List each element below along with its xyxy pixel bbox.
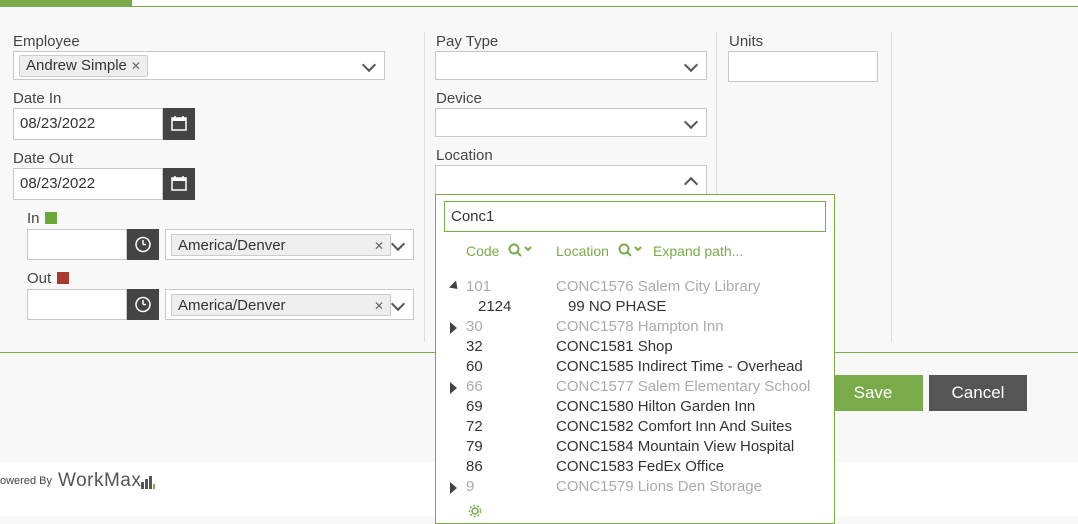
out-timezone-tag[interactable]: America/Denver ✕: [171, 294, 391, 316]
save-button[interactable]: Save: [823, 375, 923, 411]
in-timezone-value: America/Denver: [178, 237, 286, 254]
powered-by-label: owered By: [0, 475, 52, 487]
location-row[interactable]: 72 CONC1582 Comfort Inn And Suites: [436, 417, 834, 437]
location-row[interactable]: 101 CONC1576 Salem City Library: [436, 277, 834, 297]
location-name: CONC1576 Salem City Library: [556, 278, 761, 295]
in-timezone-tag[interactable]: America/Denver ✕: [171, 234, 391, 256]
location-row[interactable]: 9 CONC1579 Lions Den Storage: [436, 477, 834, 497]
date-in-calendar-button[interactable]: [163, 108, 195, 140]
location-name: CONC1581 Shop: [556, 338, 673, 355]
calendar-icon: [171, 176, 187, 191]
device-label: Device: [436, 90, 482, 107]
date-out-label: Date Out: [13, 150, 74, 167]
code-column-header[interactable]: Code: [466, 243, 499, 259]
location-name: CONC1582 Comfort Inn And Suites: [556, 418, 792, 435]
clock-icon: [135, 296, 151, 313]
expand-path-link[interactable]: Expand path...: [653, 243, 743, 259]
clear-icon[interactable]: ✕: [374, 235, 384, 257]
location-row[interactable]: 30 CONC1578 Hampton Inn: [436, 317, 834, 337]
location-search-filter-icon[interactable]: [618, 243, 646, 259]
location-name: CONC1577 Salem Elementary School: [556, 378, 811, 395]
location-code: 79: [466, 438, 483, 455]
location-row[interactable]: 86 CONC1583 FedEx Office: [436, 457, 834, 477]
location-code: 86: [466, 458, 483, 475]
in-indicator: [45, 212, 57, 224]
employee-label: Employee: [13, 33, 80, 50]
tree-collapsed-icon[interactable]: [450, 322, 457, 334]
location-code: 69: [466, 398, 483, 415]
location-code: 66: [466, 378, 483, 395]
out-time-input[interactable]: [27, 289, 127, 320]
location-name: 99 NO PHASE: [568, 298, 667, 315]
location-dropdown: Conc1 Code Location Expand path... 101 CO…: [435, 194, 835, 524]
location-row[interactable]: 32 CONC1581 Shop: [436, 337, 834, 357]
date-out-calendar-button[interactable]: [163, 168, 195, 200]
out-label: Out: [27, 270, 52, 287]
date-in-label: Date In: [13, 90, 62, 107]
location-select[interactable]: [435, 165, 707, 195]
chevron-down-icon[interactable]: [390, 236, 406, 251]
employee-tag[interactable]: Andrew Simple ✕: [19, 55, 148, 77]
in-timezone-select[interactable]: America/Denver ✕: [165, 229, 414, 260]
calendar-icon: [171, 116, 187, 131]
chevron-down-icon[interactable]: [390, 296, 406, 311]
tree-collapsed-icon[interactable]: [450, 482, 457, 494]
date-out-input[interactable]: 08/23/2022: [13, 168, 163, 200]
chevron-down-icon[interactable]: [683, 114, 699, 129]
location-code: 101: [466, 278, 492, 295]
location-name: CONC1583 FedEx Office: [556, 458, 725, 475]
location-name: CONC1585 Indirect Time - Overhead: [556, 358, 803, 375]
in-label: In: [27, 210, 40, 227]
date-in-input[interactable]: 08/23/2022: [13, 108, 163, 140]
location-row[interactable]: 66 CONC1577 Salem Elementary School: [436, 377, 834, 397]
location-code: 72: [466, 418, 483, 435]
location-code: 60: [466, 358, 483, 375]
out-clock-button[interactable]: [127, 289, 159, 320]
out-timezone-select[interactable]: America/Denver ✕: [165, 289, 414, 320]
active-tab[interactable]: [0, 0, 132, 6]
location-label: Location: [436, 147, 493, 164]
location-code: 2124: [478, 298, 512, 315]
employee-select[interactable]: Andrew Simple ✕: [13, 51, 385, 80]
top-tab-bar: [0, 0, 1078, 7]
location-column-header[interactable]: Location: [556, 243, 609, 259]
location-row[interactable]: 69 CONC1580 Hilton Garden Inn: [436, 397, 834, 417]
tree-collapsed-icon[interactable]: [450, 382, 457, 394]
units-input[interactable]: [728, 51, 878, 82]
cancel-button[interactable]: Cancel: [929, 375, 1027, 411]
tree-expanded-icon[interactable]: [448, 280, 462, 293]
location-name: CONC1584 Mountain View Hospital: [556, 438, 795, 455]
column-divider: [891, 32, 892, 342]
location-search-input[interactable]: Conc1: [444, 201, 826, 232]
code-search-filter-icon[interactable]: [508, 243, 536, 259]
location-code: 9: [466, 478, 475, 495]
location-name: CONC1579 Lions Den Storage: [556, 478, 762, 495]
device-select[interactable]: [435, 108, 707, 137]
remove-tag-icon[interactable]: ✕: [131, 59, 141, 73]
out-indicator: [57, 272, 69, 284]
logo-bars-icon: [141, 476, 155, 489]
in-time-input[interactable]: [27, 229, 127, 260]
pay-type-label: Pay Type: [436, 33, 499, 50]
location-name: CONC1580 Hilton Garden Inn: [556, 398, 756, 415]
employee-tag-label: Andrew Simple: [26, 57, 127, 74]
location-row[interactable]: 79 CONC1584 Mountain View Hospital: [436, 437, 834, 457]
out-timezone-value: America/Denver: [178, 297, 286, 314]
pay-type-select[interactable]: [435, 51, 707, 80]
column-divider: [424, 32, 425, 342]
location-code: 30: [466, 318, 483, 335]
in-clock-button[interactable]: [127, 229, 159, 260]
location-code: 32: [466, 338, 483, 355]
clock-icon: [135, 236, 151, 253]
location-row[interactable]: 2124 99 NO PHASE: [436, 297, 834, 317]
clear-icon[interactable]: ✕: [374, 295, 384, 317]
location-name: CONC1578 Hampton Inn: [556, 318, 724, 335]
chevron-down-icon[interactable]: [361, 57, 377, 72]
chevron-down-icon[interactable]: [683, 57, 699, 72]
chevron-up-icon[interactable]: [683, 176, 699, 192]
units-label: Units: [729, 33, 764, 50]
workmax-logo: WorkMax: [58, 470, 142, 491]
location-row[interactable]: 60 CONC1585 Indirect Time - Overhead: [436, 357, 834, 377]
